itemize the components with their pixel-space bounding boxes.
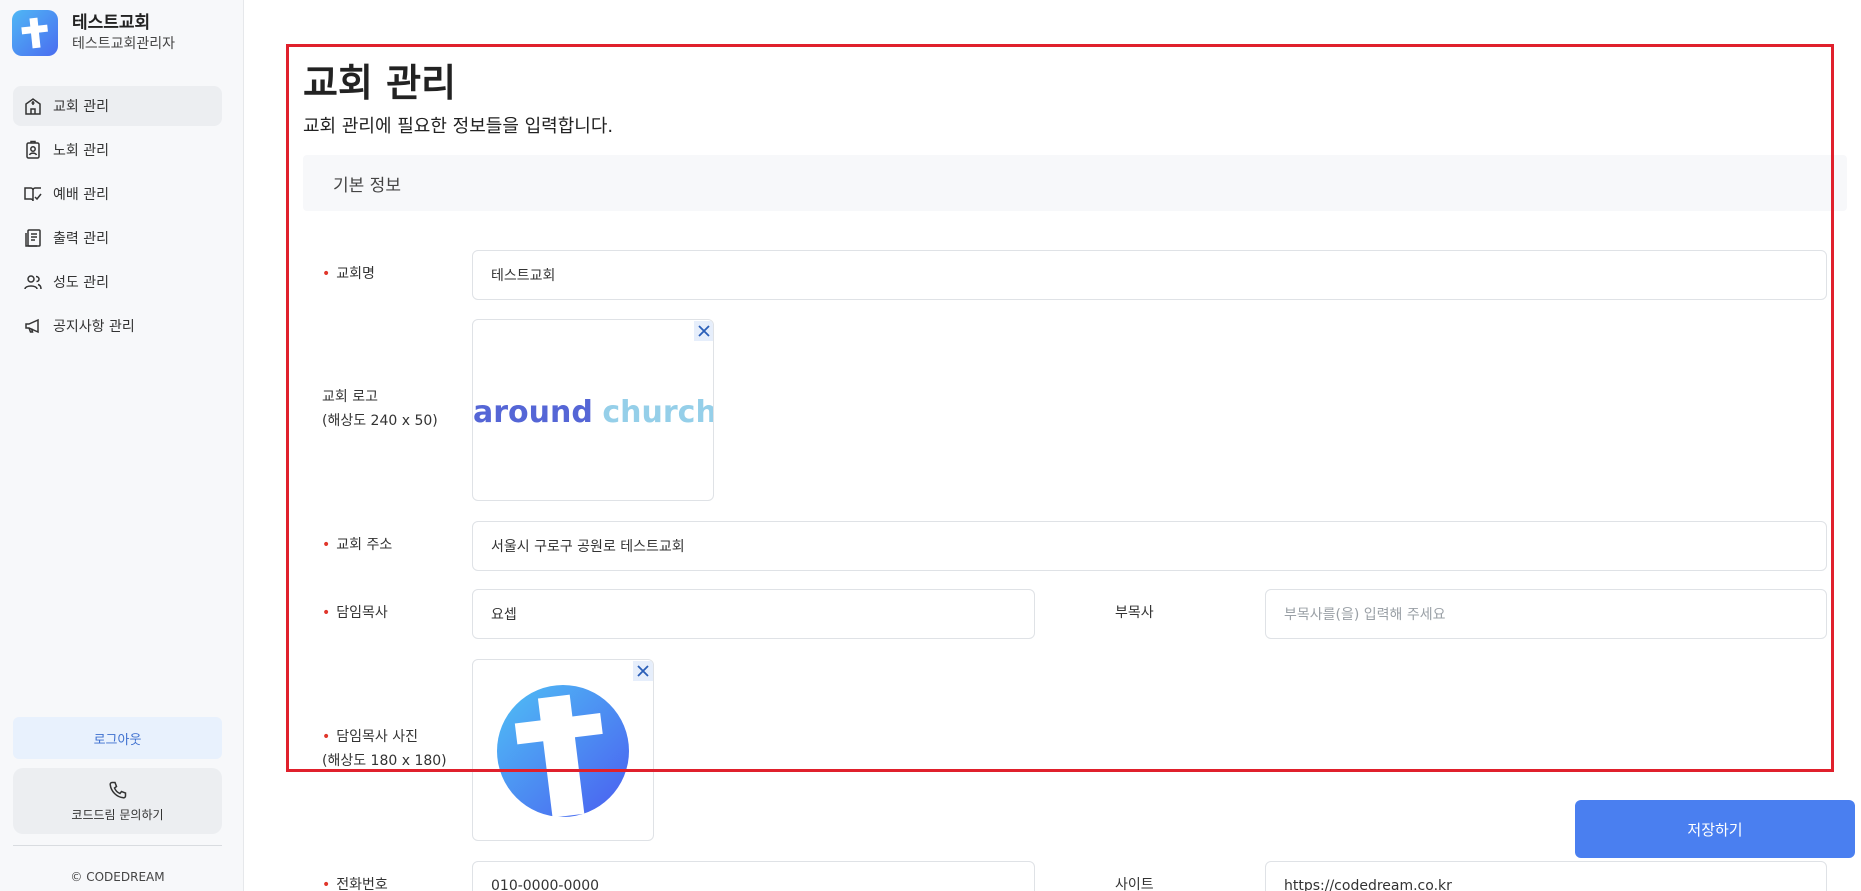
required-mark: • [322,729,331,745]
church-logo-image: around church [473,395,714,430]
assoc-pastor-input[interactable]: 부목사를(을) 입력해 주세요 [1265,589,1827,639]
assoc-pastor-label: 부목사 [1115,605,1154,621]
sidebar: 테스트교회 테스트교회관리자 교회 관리 노회 관리 예배 관리 출력 관리 성… [0,0,244,891]
church-logo-upload[interactable]: around church [472,319,714,501]
book-check-icon [24,187,42,202]
sidebar-item-print[interactable]: 출력 관리 [13,218,222,258]
church-logo-label: 교회 로고 (해상도 240 x 50) [322,389,438,429]
close-icon [698,325,710,337]
sidebar-item-label: 노회 관리 [53,143,109,159]
phone-label: • 전화번호 [322,877,388,891]
phone-icon [108,781,126,799]
close-icon [637,665,649,677]
sidebar-item-worship[interactable]: 예배 관리 [13,174,222,214]
remove-logo-button[interactable] [694,321,713,341]
sidebar-item-notices[interactable]: 공지사항 관리 [13,306,222,346]
remove-photo-button[interactable] [633,661,653,681]
admin-name: 테스트교회관리자 [72,36,176,52]
sidebar-item-church[interactable]: 교회 관리 [13,86,222,126]
site-input[interactable]: https://codedream.co.kr [1265,861,1827,891]
required-mark: • [322,877,331,891]
section-title: 기본 정보 [333,175,401,196]
church-name-label: • 교회명 [322,266,375,282]
copyright: © CODEDREAM [70,870,165,884]
pastor-photo-image [497,685,629,818]
sidebar-item-label: 교회 관리 [53,99,109,115]
church-name-input[interactable]: 테스트교회 [472,250,1827,300]
megaphone-icon [25,318,39,334]
inquiry-button[interactable]: 코드드림 문의하기 [13,768,222,834]
logout-button[interactable]: 로그아웃 [13,717,222,759]
sidebar-item-label: 예배 관리 [53,187,109,203]
address-label: • 교회 주소 [322,537,393,553]
required-mark: • [322,537,331,553]
address-input[interactable]: 서울시 구로구 공원로 테스트교회 [472,521,1827,571]
pastor-label: • 담임목사 [322,605,388,621]
pastor-photo-upload[interactable] [472,659,654,841]
sidebar-item-label: 공지사항 관리 [53,319,135,335]
church-building-icon [25,98,41,115]
required-mark: • [322,266,331,282]
sidebar-nav: 교회 관리 노회 관리 예배 관리 출력 관리 성도 관리 공지사항 관리 [13,86,222,350]
sidebar-item-label: 성도 관리 [53,275,109,291]
church-name: 테스트교회 [72,13,151,33]
id-badge-icon [26,140,40,159]
required-mark: • [322,605,331,621]
brand: 테스트교회 테스트교회관리자 [12,10,175,56]
site-label: 사이트 [1115,877,1154,891]
document-icon [25,229,41,247]
users-icon [24,275,42,290]
sidebar-item-label: 출력 관리 [53,231,109,247]
pastor-photo-label: • 담임목사 사진 (해상도 180 x 180) [322,729,447,769]
sidebar-item-presbytery[interactable]: 노회 관리 [13,130,222,170]
section-header: 기본 정보 [303,155,1847,211]
pastor-input[interactable]: 요셉 [472,589,1035,639]
church-logo-icon [12,10,58,56]
sidebar-item-members[interactable]: 성도 관리 [13,262,222,302]
page-description: 교회 관리에 필요한 정보들을 입력합니다. [303,116,614,137]
phone-input[interactable]: 010-0000-0000 [472,861,1035,891]
sidebar-divider [13,845,222,846]
save-button[interactable]: 저장하기 [1575,800,1855,858]
page-title: 교회 관리 [303,61,457,105]
inquiry-label: 코드드림 문의하기 [71,807,164,822]
